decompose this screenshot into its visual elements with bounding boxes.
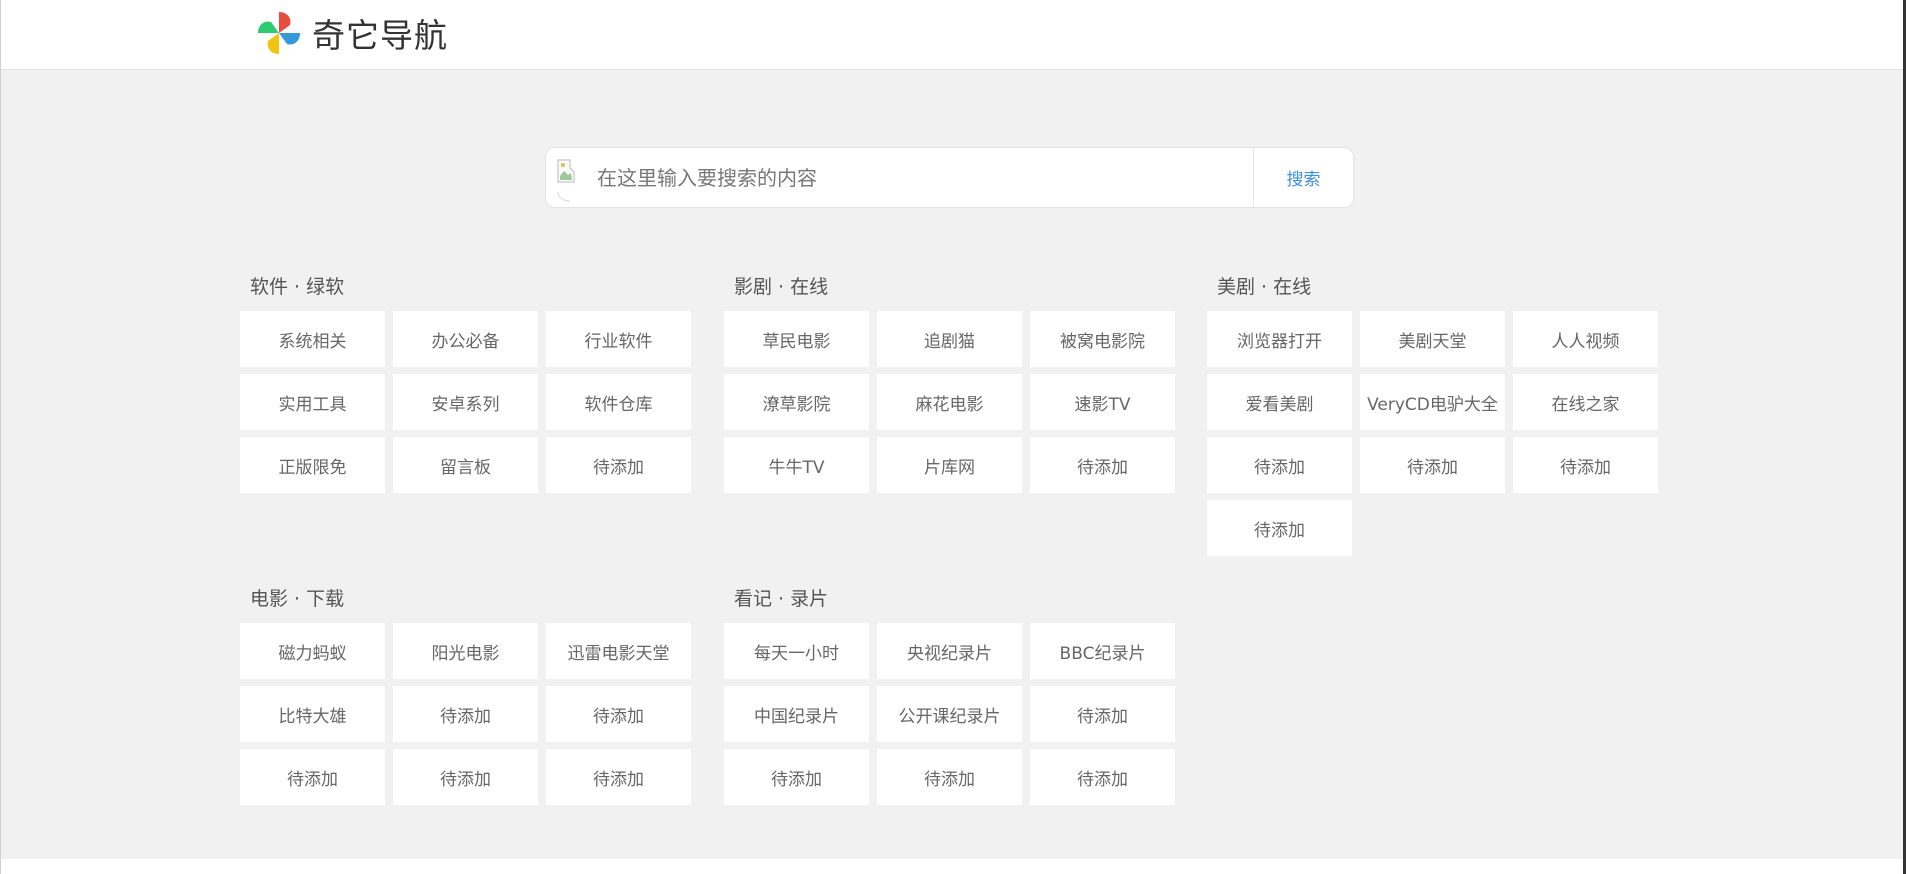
nav-link[interactable]: 阳光电影 xyxy=(393,623,538,679)
broken-image-icon xyxy=(557,159,574,201)
pinwheel-logo-icon xyxy=(258,12,300,54)
nav-link[interactable]: 速影TV xyxy=(1030,374,1175,430)
nav-link[interactable]: 系统相关 xyxy=(240,311,385,367)
nav-link[interactable]: 草民电影 xyxy=(724,311,869,367)
nav-link[interactable]: 待添加 xyxy=(1030,686,1175,742)
nav-link[interactable]: 待添加 xyxy=(393,686,538,742)
nav-link[interactable]: 比特大雄 xyxy=(240,686,385,742)
nav-link[interactable]: 人人视频 xyxy=(1513,311,1658,367)
page-footer-strip xyxy=(0,859,1906,874)
nav-link[interactable]: 追剧猫 xyxy=(877,311,1022,367)
nav-link[interactable]: 每天一小时 xyxy=(724,623,869,679)
section-movie-download: 电影 · 下载 磁力蚂蚁 阳光电影 迅雷电影天堂 比特大雄 待添加 待添加 待添… xyxy=(240,584,692,805)
nav-link[interactable]: 待添加 xyxy=(546,437,691,493)
nav-link[interactable]: 待添加 xyxy=(724,749,869,805)
top-header: 奇它导航 xyxy=(0,0,1903,70)
window-left-border xyxy=(0,0,1,874)
nav-link[interactable]: 磁力蚂蚁 xyxy=(240,623,385,679)
nav-link[interactable]: 待添加 xyxy=(877,749,1022,805)
nav-link[interactable]: 留言板 xyxy=(393,437,538,493)
link-grid: 浏览器打开 美剧天堂 人人视频 爱看美剧 VeryCD电驴大全 在线之家 待添加… xyxy=(1207,311,1659,556)
link-grid: 每天一小时 央视纪录片 BBC纪录片 中国纪录片 公开课纪录片 待添加 待添加 … xyxy=(724,623,1176,805)
nav-link[interactable]: 待添加 xyxy=(1360,437,1505,493)
nav-link[interactable]: 在线之家 xyxy=(1513,374,1658,430)
nav-link[interactable]: 行业软件 xyxy=(546,311,691,367)
section-documentaries: 看记 · 录片 每天一小时 央视纪录片 BBC纪录片 中国纪录片 公开课纪录片 … xyxy=(724,584,1176,805)
nav-link[interactable]: 片库网 xyxy=(877,437,1022,493)
nav-link[interactable]: 爱看美剧 xyxy=(1207,374,1352,430)
link-grid: 系统相关 办公必备 行业软件 实用工具 安卓系列 软件仓库 正版限免 留言板 待… xyxy=(240,311,692,493)
nav-link[interactable]: 正版限免 xyxy=(240,437,385,493)
section-us-series-online: 美剧 · 在线 浏览器打开 美剧天堂 人人视频 爱看美剧 VeryCD电驴大全 … xyxy=(1207,272,1659,556)
nav-link[interactable]: 中国纪录片 xyxy=(724,686,869,742)
search-input[interactable] xyxy=(595,148,1253,207)
search-bar: 搜索 xyxy=(545,147,1354,208)
nav-link[interactable]: 牛牛TV xyxy=(724,437,869,493)
link-grid: 草民电影 追剧猫 被窝电影院 潦草影院 麻花电影 速影TV 牛牛TV 片库网 待… xyxy=(724,311,1176,493)
nav-link[interactable]: 待添加 xyxy=(1030,437,1175,493)
nav-link[interactable]: 待添加 xyxy=(1207,437,1352,493)
nav-link[interactable]: 公开课纪录片 xyxy=(877,686,1022,742)
link-grid: 磁力蚂蚁 阳光电影 迅雷电影天堂 比特大雄 待添加 待添加 待添加 待添加 待添… xyxy=(240,623,692,805)
nav-link[interactable]: 浏览器打开 xyxy=(1207,311,1352,367)
nav-link[interactable]: 待添加 xyxy=(546,749,691,805)
nav-link[interactable]: 待添加 xyxy=(1030,749,1175,805)
nav-link[interactable]: 待添加 xyxy=(1207,500,1352,556)
nav-link[interactable]: 待添加 xyxy=(240,749,385,805)
nav-link[interactable]: 安卓系列 xyxy=(393,374,538,430)
nav-link[interactable]: 待添加 xyxy=(546,686,691,742)
nav-link[interactable]: 实用工具 xyxy=(240,374,385,430)
page: 奇它导航 搜索 软件 · 绿软 系统相关 办公必备 行业软件 实用工具 安卓系列… xyxy=(0,0,1906,874)
nav-link[interactable]: 迅雷电影天堂 xyxy=(546,623,691,679)
nav-link[interactable]: 待添加 xyxy=(393,749,538,805)
search-button[interactable]: 搜索 xyxy=(1253,148,1353,207)
nav-link[interactable]: 软件仓库 xyxy=(546,374,691,430)
site-brand-link[interactable]: 奇它导航 xyxy=(256,10,448,56)
nav-link[interactable]: 办公必备 xyxy=(393,311,538,367)
nav-link[interactable]: 待添加 xyxy=(1513,437,1658,493)
section-title: 看记 · 录片 xyxy=(734,588,829,610)
nav-link[interactable]: VeryCD电驴大全 xyxy=(1360,374,1505,430)
nav-link[interactable]: 被窝电影院 xyxy=(1030,311,1175,367)
section-software: 软件 · 绿软 系统相关 办公必备 行业软件 实用工具 安卓系列 软件仓库 正版… xyxy=(240,272,692,493)
section-title: 影剧 · 在线 xyxy=(734,276,829,298)
section-title: 电影 · 下载 xyxy=(250,588,345,610)
section-dramas-online: 影剧 · 在线 草民电影 追剧猫 被窝电影院 潦草影院 麻花电影 速影TV 牛牛… xyxy=(724,272,1176,493)
site-name: 奇它导航 xyxy=(312,16,448,55)
nav-link[interactable]: 潦草影院 xyxy=(724,374,869,430)
nav-link[interactable]: 美剧天堂 xyxy=(1360,311,1505,367)
nav-link[interactable]: 央视纪录片 xyxy=(877,623,1022,679)
nav-link[interactable]: BBC纪录片 xyxy=(1030,623,1175,679)
search-engine-selector[interactable] xyxy=(546,148,595,207)
section-title: 美剧 · 在线 xyxy=(1217,276,1312,298)
section-title: 软件 · 绿软 xyxy=(250,276,345,298)
nav-link[interactable]: 麻花电影 xyxy=(877,374,1022,430)
